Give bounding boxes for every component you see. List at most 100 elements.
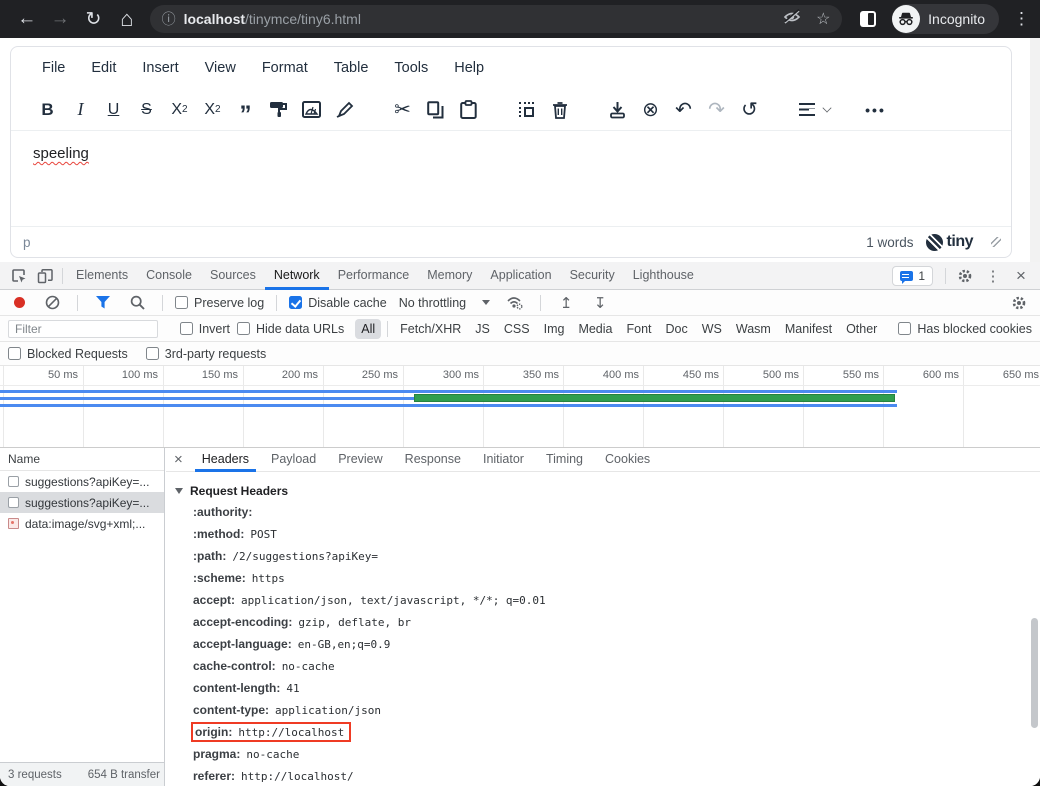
browser-menu-icon[interactable]: ⋮	[1013, 9, 1030, 29]
chip-css[interactable]: CSS	[498, 319, 536, 339]
more-toolbar-icon[interactable]: •••	[859, 93, 892, 126]
home-icon[interactable]: ⌂	[110, 4, 143, 34]
element-path[interactable]: p	[23, 235, 31, 250]
delete-icon[interactable]	[543, 93, 576, 126]
chip-media[interactable]: Media	[572, 319, 618, 339]
has-blocked-cookies-checkbox[interactable]: Has blocked cookies	[898, 322, 1032, 336]
request-row[interactable]: data:image/svg+xml;...	[0, 513, 164, 534]
select-all-icon[interactable]	[510, 93, 543, 126]
tab-memory[interactable]: Memory	[418, 262, 481, 290]
reload-icon[interactable]: ↻	[77, 4, 110, 34]
issues-counter[interactable]: 1	[892, 266, 933, 286]
italic-button[interactable]: I	[64, 93, 97, 126]
request-headers-section-title[interactable]: Request Headers	[175, 481, 1040, 501]
forward-icon[interactable]: →	[43, 4, 76, 34]
tab-headers[interactable]: Headers	[191, 448, 260, 472]
export-har-icon[interactable]: ↧	[587, 291, 613, 315]
network-overview-timeline[interactable]: 50 ms 100 ms 150 ms 200 ms 250 ms 300 ms…	[0, 366, 1040, 448]
blocked-requests-checkbox[interactable]: Blocked Requests	[8, 347, 128, 361]
strikethrough-button[interactable]: S	[130, 93, 163, 126]
chip-ws[interactable]: WS	[696, 319, 728, 339]
image-tools-icon[interactable]	[295, 93, 328, 126]
tab-console[interactable]: Console	[137, 262, 201, 290]
preserve-log-checkbox[interactable]: Preserve log	[175, 296, 264, 310]
subscript-button[interactable]: X2	[163, 93, 196, 126]
import-har-icon[interactable]: ↥	[553, 291, 579, 315]
devtools-settings-icon[interactable]	[952, 264, 978, 288]
cancel-icon[interactable]: ⊗	[634, 93, 667, 126]
permanent-pen-icon[interactable]	[328, 93, 361, 126]
chip-img[interactable]: Img	[538, 319, 571, 339]
page-scrollbar[interactable]	[1030, 38, 1040, 262]
menu-edit[interactable]: Edit	[78, 55, 129, 81]
spellcheck-hidden-icon[interactable]	[782, 9, 802, 30]
tab-performance[interactable]: Performance	[329, 262, 419, 290]
copy-icon[interactable]	[419, 93, 452, 126]
request-row[interactable]: suggestions?apiKey=...	[0, 471, 164, 492]
tab-lighthouse[interactable]: Lighthouse	[624, 262, 703, 290]
tab-network[interactable]: Network	[265, 262, 329, 290]
word-count[interactable]: 1 words	[866, 235, 913, 250]
search-icon[interactable]	[124, 291, 150, 315]
throttling-dropdown[interactable]: No throttling	[395, 296, 494, 310]
blockquote-button[interactable]: ”	[229, 93, 262, 126]
restore-draft-icon[interactable]: ↺	[733, 93, 766, 126]
details-scrollbar[interactable]	[1031, 618, 1038, 728]
tab-timing[interactable]: Timing	[535, 448, 594, 472]
tab-cookies[interactable]: Cookies	[594, 448, 661, 472]
tab-security[interactable]: Security	[561, 262, 624, 290]
chip-font[interactable]: Font	[620, 319, 657, 339]
chip-all[interactable]: All	[355, 319, 381, 339]
resize-handle-icon[interactable]	[991, 237, 1001, 247]
chip-manifest[interactable]: Manifest	[779, 319, 838, 339]
cut-icon[interactable]: ✂	[386, 93, 419, 126]
chip-doc[interactable]: Doc	[660, 319, 694, 339]
tab-preview[interactable]: Preview	[327, 448, 393, 472]
tab-payload[interactable]: Payload	[260, 448, 327, 472]
paste-icon[interactable]	[452, 93, 485, 126]
record-icon[interactable]	[14, 297, 25, 308]
chip-other[interactable]: Other	[840, 319, 883, 339]
close-details-icon[interactable]: ×	[174, 451, 183, 468]
superscript-button[interactable]: X2	[196, 93, 229, 126]
request-row-selected[interactable]: suggestions?apiKey=...	[0, 492, 164, 513]
tab-sources[interactable]: Sources	[201, 262, 265, 290]
tab-initiator[interactable]: Initiator	[472, 448, 535, 472]
inspect-element-icon[interactable]	[6, 264, 32, 288]
menu-tools[interactable]: Tools	[381, 55, 441, 81]
devtools-menu-icon[interactable]: ⋮	[980, 264, 1006, 288]
bold-button[interactable]: B	[31, 93, 64, 126]
back-icon[interactable]: ←	[10, 4, 43, 34]
editor-content[interactable]: speeling	[11, 131, 1011, 226]
devtools-close-icon[interactable]: ×	[1008, 264, 1034, 288]
chip-wasm[interactable]: Wasm	[730, 319, 777, 339]
hide-data-urls-checkbox[interactable]: Hide data URLs	[237, 322, 344, 336]
request-name-column-header[interactable]: Name	[0, 448, 164, 471]
tab-elements[interactable]: Elements	[67, 262, 137, 290]
device-toolbar-icon[interactable]	[32, 264, 58, 288]
menu-view[interactable]: View	[192, 55, 249, 81]
filter-input[interactable]	[8, 320, 158, 338]
chip-js[interactable]: JS	[469, 319, 496, 339]
bookmark-star-icon[interactable]: ☆	[816, 9, 830, 29]
menu-help[interactable]: Help	[441, 55, 497, 81]
misspelled-word[interactable]: speeling	[33, 145, 89, 162]
menu-table[interactable]: Table	[321, 55, 382, 81]
chip-fetch-xhr[interactable]: Fetch/XHR	[394, 319, 467, 339]
tiny-branding[interactable]: tiny	[926, 233, 973, 251]
underline-button[interactable]: U	[97, 93, 130, 126]
filter-icon[interactable]	[90, 291, 116, 315]
incognito-badge[interactable]: Incognito	[892, 4, 999, 34]
site-info-icon[interactable]: ⓘ	[162, 9, 176, 29]
network-settings-icon[interactable]	[1006, 291, 1032, 315]
invert-checkbox[interactable]: Invert	[180, 322, 230, 336]
align-button[interactable]	[798, 93, 831, 126]
disable-cache-checkbox[interactable]: Disable cache	[289, 296, 387, 310]
menu-format[interactable]: Format	[249, 55, 321, 81]
network-conditions-icon[interactable]	[502, 291, 528, 315]
undo-icon[interactable]: ↶	[667, 93, 700, 126]
tab-response[interactable]: Response	[394, 448, 472, 472]
tab-application[interactable]: Application	[481, 262, 560, 290]
menu-file[interactable]: File	[29, 55, 78, 81]
format-painter-icon[interactable]	[262, 93, 295, 126]
